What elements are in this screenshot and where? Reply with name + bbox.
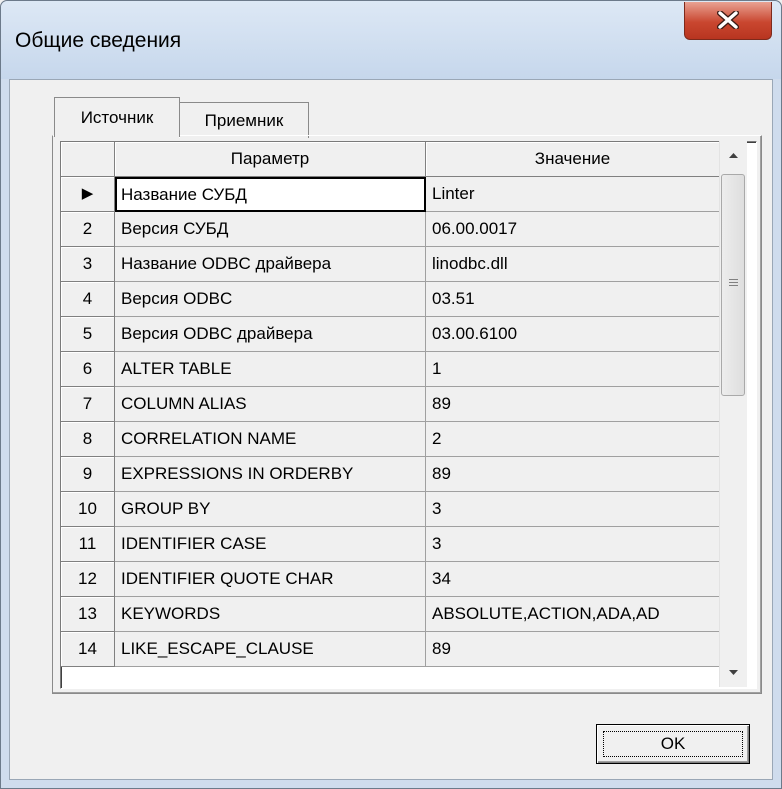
close-button[interactable]: [684, 2, 772, 40]
parameter-cell[interactable]: IDENTIFIER CASE: [115, 527, 426, 562]
parameter-cell[interactable]: Версия СУБД: [115, 212, 426, 247]
value-cell[interactable]: 89: [426, 632, 720, 667]
parameter-cell[interactable]: CORRELATION NAME: [115, 422, 426, 457]
tab-destination[interactable]: Приемник: [179, 102, 309, 138]
tab-source-label: Источник: [80, 108, 154, 127]
parameter-cell[interactable]: ALTER TABLE: [115, 352, 426, 387]
scroll-down-button[interactable]: [721, 661, 746, 683]
row-number-cell[interactable]: 13: [61, 597, 115, 632]
scroll-thumb-grip: [729, 282, 738, 283]
parameter-cell[interactable]: Название ODBC драйвера: [115, 247, 426, 282]
row-number-cell[interactable]: 5: [61, 317, 115, 352]
column-header-value[interactable]: Значение: [426, 142, 720, 177]
dialog-window: Общие сведения Источник Приемник Парамет…: [0, 0, 782, 789]
tab-source[interactable]: Источник: [54, 97, 180, 137]
value-cell[interactable]: linodbc.dll: [426, 247, 720, 282]
value-cell[interactable]: 34: [426, 562, 720, 597]
column-header-parameter[interactable]: Параметр: [115, 142, 426, 177]
value-cell[interactable]: ABSOLUTE,ACTION,ADA,AD: [426, 597, 720, 632]
parameter-cell[interactable]: IDENTIFIER QUOTE CHAR: [115, 562, 426, 597]
row-number-cell[interactable]: 14: [61, 632, 115, 667]
row-number-cell[interactable]: 12: [61, 562, 115, 597]
value-cell[interactable]: 2: [426, 422, 720, 457]
value-cell[interactable]: 03.00.6100: [426, 317, 720, 352]
scroll-up-arrow-icon: [729, 153, 738, 158]
scroll-thumb-grip: [729, 279, 738, 280]
value-cell[interactable]: 3: [426, 527, 720, 562]
parameter-cell[interactable]: GROUP BY: [115, 492, 426, 527]
scroll-down-arrow-icon: [729, 670, 738, 675]
parameter-cell[interactable]: KEYWORDS: [115, 597, 426, 632]
title-bar[interactable]: Общие сведения: [1, 1, 781, 79]
row-number-cell[interactable]: 8: [61, 422, 115, 457]
parameter-cell[interactable]: LIKE_ESCAPE_CLAUSE: [115, 632, 426, 667]
row-number-cell[interactable]: 10: [61, 492, 115, 527]
dialog-client-area: Источник Приемник Параметр Значение ▶ Наз…: [9, 79, 773, 780]
value-cell[interactable]: 89: [426, 387, 720, 422]
value-cell[interactable]: 89: [426, 457, 720, 492]
grid-corner-header: [61, 142, 115, 177]
parameter-cell[interactable]: Версия ODBC: [115, 282, 426, 317]
value-cell[interactable]: 1: [426, 352, 720, 387]
parameters-grid[interactable]: Параметр Значение ▶ Название СУБД Linter 2 В…: [60, 141, 757, 689]
parameter-cell[interactable]: COLUMN ALIAS: [115, 387, 426, 422]
scroll-thumb[interactable]: [721, 174, 745, 396]
row-number-cell[interactable]: 9: [61, 457, 115, 492]
parameter-cell[interactable]: Название СУБД: [115, 177, 426, 212]
parameter-cell[interactable]: Версия ODBC драйвера: [115, 317, 426, 352]
row-number-cell[interactable]: 4: [61, 282, 115, 317]
row-number-cell[interactable]: ▶: [61, 177, 115, 212]
focus-rectangle: [603, 731, 743, 757]
scroll-up-button[interactable]: [721, 144, 746, 166]
vertical-scrollbar[interactable]: [719, 141, 747, 687]
window-title: Общие сведения: [15, 29, 182, 52]
value-cell[interactable]: 3: [426, 492, 720, 527]
value-cell[interactable]: 06.00.0017: [426, 212, 720, 247]
row-number-cell[interactable]: 11: [61, 527, 115, 562]
close-icon: [717, 11, 739, 29]
value-cell[interactable]: 03.51: [426, 282, 720, 317]
scroll-thumb-grip: [729, 285, 738, 286]
row-number-cell[interactable]: 2: [61, 212, 115, 247]
tab-destination-label: Приемник: [204, 111, 284, 130]
row-number-cell[interactable]: 7: [61, 387, 115, 422]
row-number-cell[interactable]: 3: [61, 247, 115, 282]
parameter-cell[interactable]: EXPRESSIONS IN ORDERBY: [115, 457, 426, 492]
row-number-cell[interactable]: 6: [61, 352, 115, 387]
value-cell[interactable]: Linter: [426, 177, 720, 212]
ok-button[interactable]: OK: [596, 724, 750, 764]
